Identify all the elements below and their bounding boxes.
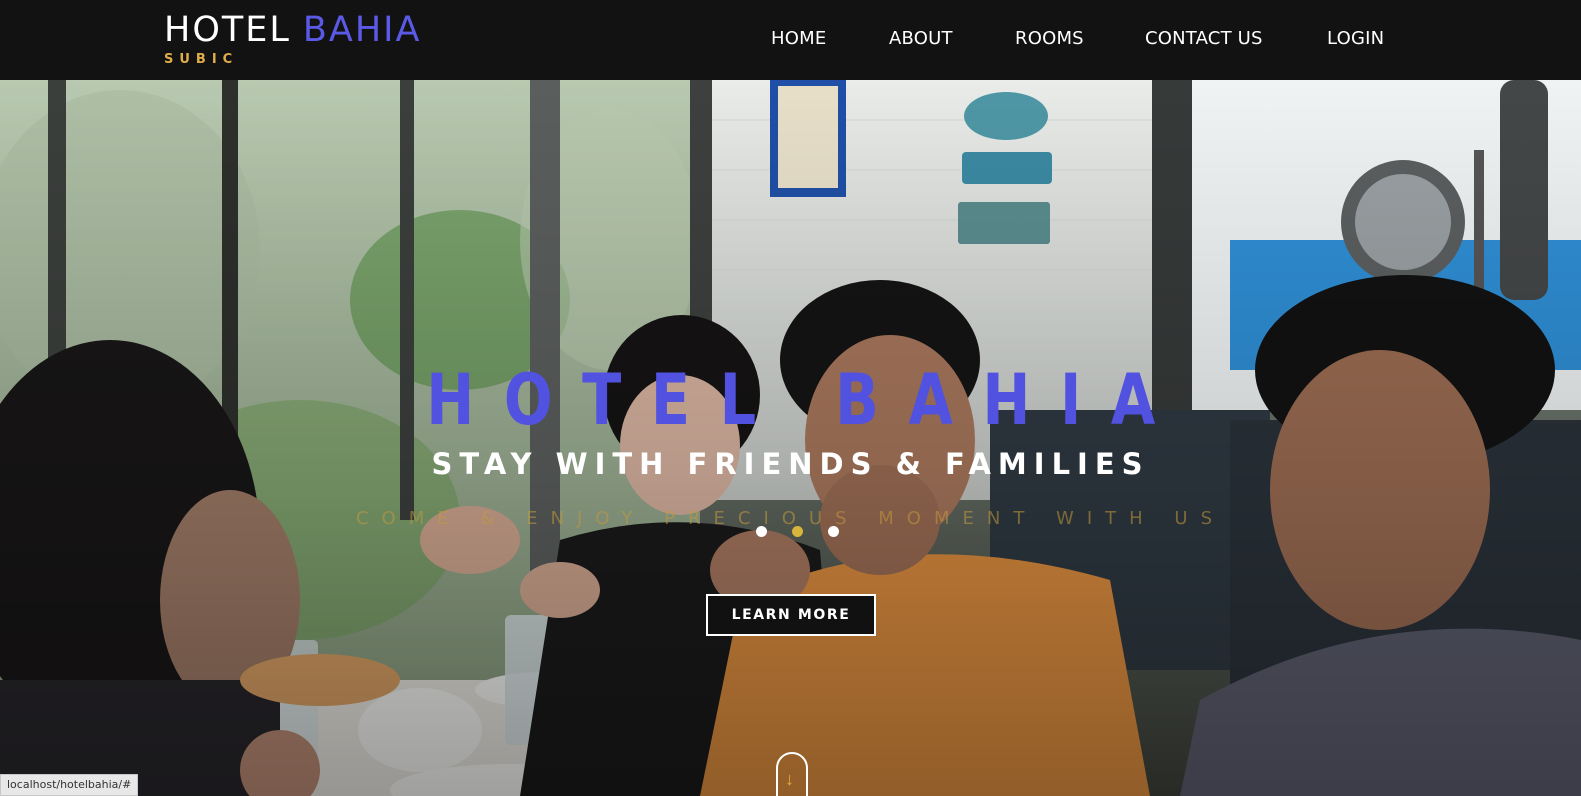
site-header: HOTEL BAHIA SUBIC HOME ABOUT ROOMS CONTAC… [0, 0, 1581, 80]
nav-about[interactable]: ABOUT [889, 28, 953, 49]
hero-title: HOTEL BAHIA [426, 359, 1185, 441]
scroll-down-button[interactable]: ↓ [776, 752, 808, 796]
hero-section: HOTEL BAHIA STAY WITH FRIENDS & FAMILIES… [0, 80, 1581, 796]
nav-rooms[interactable]: ROOMS [1015, 28, 1084, 49]
learn-more-button[interactable]: LEARN MORE [706, 594, 876, 636]
carousel-dot-2-active[interactable] [792, 526, 803, 537]
carousel-indicators [752, 526, 842, 540]
hero-subtitle: STAY WITH FRIENDS & FAMILIES [431, 447, 1150, 481]
main-nav: HOME ABOUT ROOMS CONTACT US LOGIN [0, 28, 1581, 56]
nav-login[interactable]: LOGIN [1327, 28, 1384, 49]
carousel-dot-3[interactable] [828, 526, 839, 537]
arrow-down-icon: ↓ [785, 769, 794, 789]
carousel-dot-1[interactable] [756, 526, 767, 537]
nav-contact-us[interactable]: CONTACT US [1145, 28, 1263, 49]
nav-home[interactable]: HOME [771, 28, 826, 49]
browser-status-url: localhost/hotelbahia/# [0, 774, 139, 796]
